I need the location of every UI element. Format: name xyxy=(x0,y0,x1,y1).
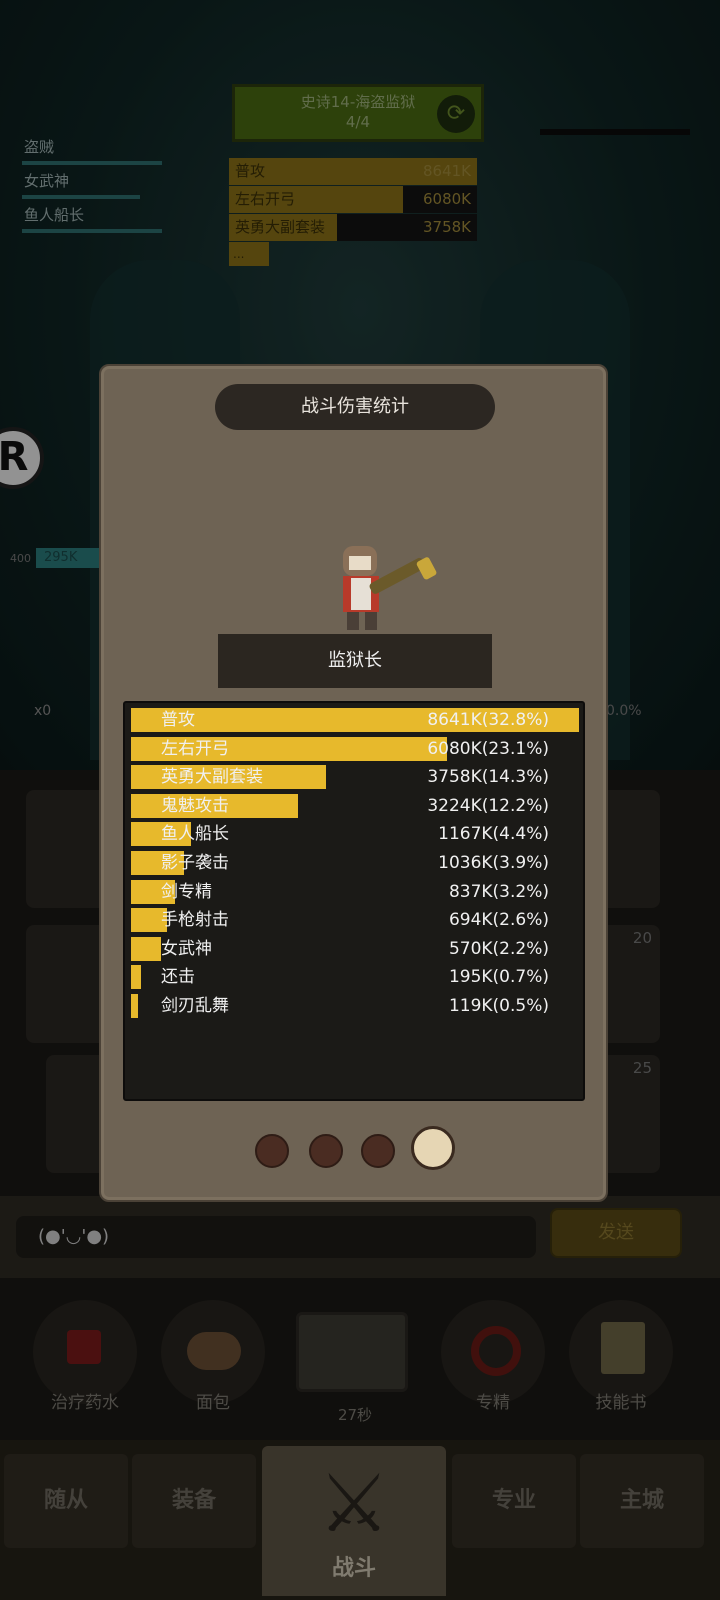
damage-value-label: 570K(2.2%) xyxy=(448,938,549,959)
damage-bar xyxy=(131,936,162,961)
warden-sprite-icon xyxy=(343,546,437,630)
damage-source-name: 左右开弓 xyxy=(161,738,229,759)
damage-source-name: 剑专精 xyxy=(161,881,212,902)
damage-row: 影子袭击 1036K(3.9%) xyxy=(129,850,581,876)
damage-value-label: 8641K(32.8%) xyxy=(427,710,549,730)
page-indicator xyxy=(255,1126,455,1176)
damage-value-label: 837K(3.2%) xyxy=(448,881,549,902)
damage-chart: 普攻 8641K(32.8%) 左右开弓 6080K(23.1%) 英勇大副套装 3758… xyxy=(123,701,585,1101)
damage-bar xyxy=(131,994,138,1018)
damage-source-name: 鬼魅攻击 xyxy=(161,795,229,816)
damage-source-name: 还击 xyxy=(161,967,195,988)
damage-source-name: 剑刃乱舞 xyxy=(161,996,229,1016)
damage-value-label: 3224K(12.2%) xyxy=(427,795,549,816)
damage-value-label: 119K(0.5%) xyxy=(448,996,549,1016)
damage-row: 鱼人船长 1167K(4.4%) xyxy=(129,821,581,847)
page-dot[interactable] xyxy=(255,1134,289,1168)
damage-row: 剑专精 837K(3.2%) xyxy=(129,879,581,905)
modal-title: 战斗伤害统计 xyxy=(215,384,495,430)
damage-row: 剑刃乱舞 119K(0.5%) xyxy=(129,993,581,1019)
damage-value-label: 1036K(3.9%) xyxy=(438,853,549,873)
damage-value-label: 1167K(4.4%) xyxy=(438,824,549,845)
damage-source-name: 女武神 xyxy=(161,938,212,959)
damage-row: 手枪射击 694K(2.6%) xyxy=(129,907,581,933)
damage-source-name: 英勇大副套装 xyxy=(161,767,263,788)
damage-bar xyxy=(131,965,141,990)
damage-value-label: 195K(0.7%) xyxy=(448,967,549,988)
damage-stats-modal: 战斗伤害统计 监狱长 普攻 8641K(32.8%) 左右开弓 6080K(23.1%… xyxy=(99,364,608,1202)
damage-value-label: 694K(2.6%) xyxy=(448,910,549,931)
damage-row: 左右开弓 6080K(23.1%) xyxy=(129,736,581,762)
page-dot-active[interactable] xyxy=(411,1126,455,1170)
damage-row: 女武神 570K(2.2%) xyxy=(129,936,581,962)
damage-row: 英勇大副套装 3758K(14.3%) xyxy=(129,764,581,790)
page-dot[interactable] xyxy=(361,1134,395,1168)
damage-source-name: 鱼人船长 xyxy=(161,824,229,845)
damage-source-name: 影子袭击 xyxy=(161,853,229,873)
damage-row: 还击 195K(0.7%) xyxy=(129,964,581,990)
damage-value-label: 3758K(14.3%) xyxy=(427,767,549,788)
damage-value-label: 6080K(23.1%) xyxy=(427,738,549,759)
damage-row: 普攻 8641K(32.8%) xyxy=(129,707,581,733)
damage-source-name: 手枪射击 xyxy=(161,910,229,931)
boss-name: 监狱长 xyxy=(218,634,492,688)
damage-row: 鬼魅攻击 3224K(12.2%) xyxy=(129,793,581,819)
damage-source-name: 普攻 xyxy=(161,710,195,730)
page-dot[interactable] xyxy=(309,1134,343,1168)
